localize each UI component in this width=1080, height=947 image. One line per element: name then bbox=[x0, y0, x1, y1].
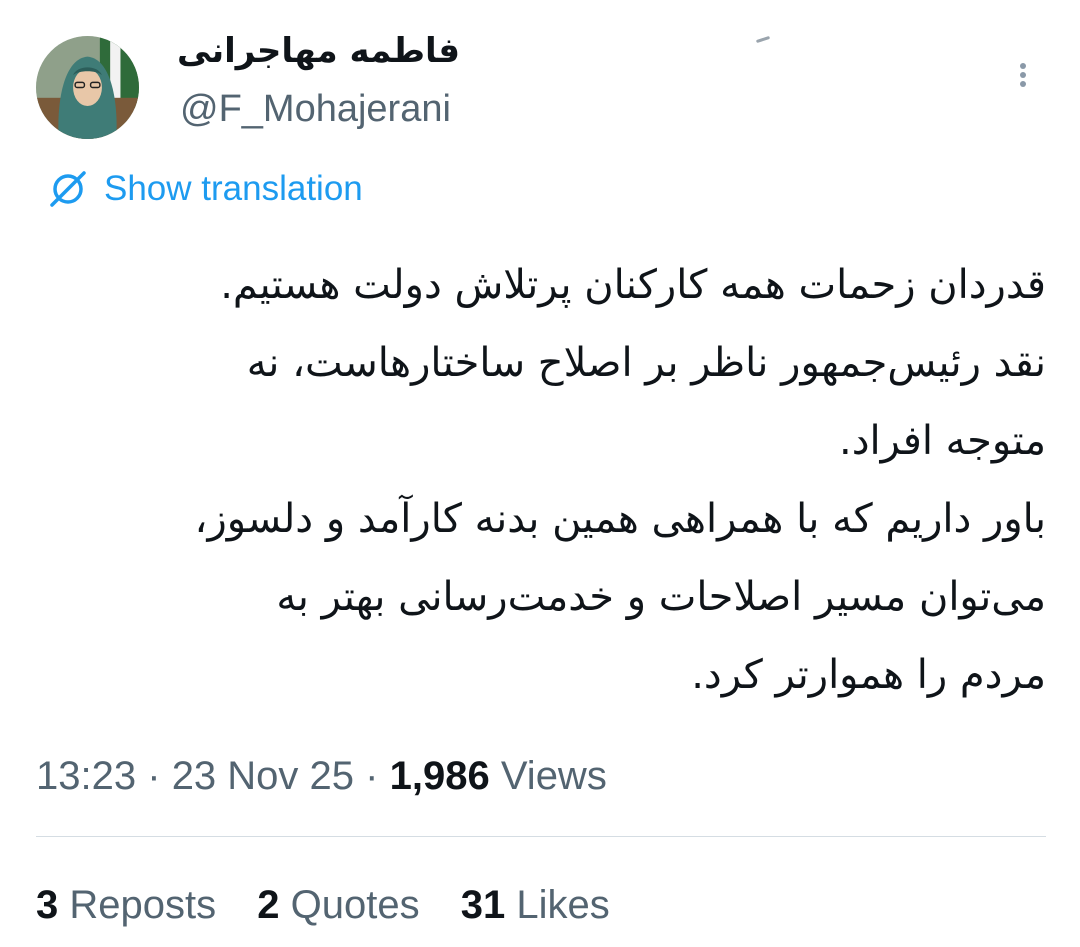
tweet-text-line: قدردان زحمات همه کارکنان پرتلاش دولت هست… bbox=[220, 262, 1046, 308]
tweet-text-line: متوجه افراد. bbox=[839, 418, 1046, 464]
quotes-count: 2 bbox=[257, 883, 280, 927]
show-translation-link[interactable]: Show translation bbox=[44, 166, 363, 212]
user-handle[interactable]: @F_Mohajerani bbox=[180, 84, 451, 134]
tweet-detail: فاطمه مهاجرانی @F_Mohajerani Show transl… bbox=[0, 0, 1080, 947]
display-name[interactable]: فاطمه مهاجرانی bbox=[177, 26, 460, 76]
meta-separator: · bbox=[147, 754, 161, 798]
quotes-label: Quotes bbox=[290, 883, 420, 927]
tweet-meta: 13:23 · 23 Nov 25 · 1,986 Views bbox=[36, 748, 607, 804]
tweet-time[interactable]: 13:23 bbox=[36, 754, 136, 798]
tweet-text: قدردان زحمات همه کارکنان پرتلاش دولت هست… bbox=[30, 246, 1046, 714]
avatar-photo bbox=[36, 36, 139, 139]
tweet-text-line: نقد رئیس‌جمهور ناظر بر اصلاح ساختارهاست،… bbox=[246, 340, 1046, 386]
tweet-date[interactable]: 23 Nov 25 bbox=[172, 754, 354, 798]
divider bbox=[36, 836, 1046, 837]
meta-separator: · bbox=[365, 754, 379, 798]
more-dot-icon bbox=[1020, 81, 1026, 87]
more-dot-icon bbox=[1020, 63, 1026, 69]
more-options-button[interactable] bbox=[1008, 60, 1038, 100]
engagement-stats: 3 Reposts 2 Quotes 31 Likes bbox=[36, 876, 640, 934]
reposts-stat[interactable]: 3 Reposts bbox=[36, 876, 216, 934]
translate-icon bbox=[50, 171, 86, 207]
avatar[interactable] bbox=[36, 36, 139, 139]
more-dot-icon bbox=[1020, 72, 1026, 78]
views-label: Views bbox=[500, 754, 607, 798]
likes-count: 31 bbox=[460, 883, 506, 927]
tweet-text-line: می‌توان مسیر اصلاحات و خدمت‌رسانی بهتر ب… bbox=[276, 574, 1046, 620]
views-count: 1,986 bbox=[389, 754, 490, 798]
quotes-stat[interactable]: 2 Quotes bbox=[257, 876, 419, 934]
reposts-count: 3 bbox=[36, 883, 59, 927]
tweet-text-line: باور داریم که با همراهی همین بدنه کارآمد… bbox=[194, 496, 1046, 542]
show-translation-label: Show translation bbox=[104, 169, 363, 208]
likes-label: Likes bbox=[516, 883, 610, 927]
reposts-label: Reposts bbox=[69, 883, 217, 927]
likes-stat[interactable]: 31 Likes bbox=[461, 876, 610, 934]
image-artifact bbox=[755, 35, 771, 44]
tweet-text-line: مردم را هموارتر کرد. bbox=[691, 652, 1046, 698]
